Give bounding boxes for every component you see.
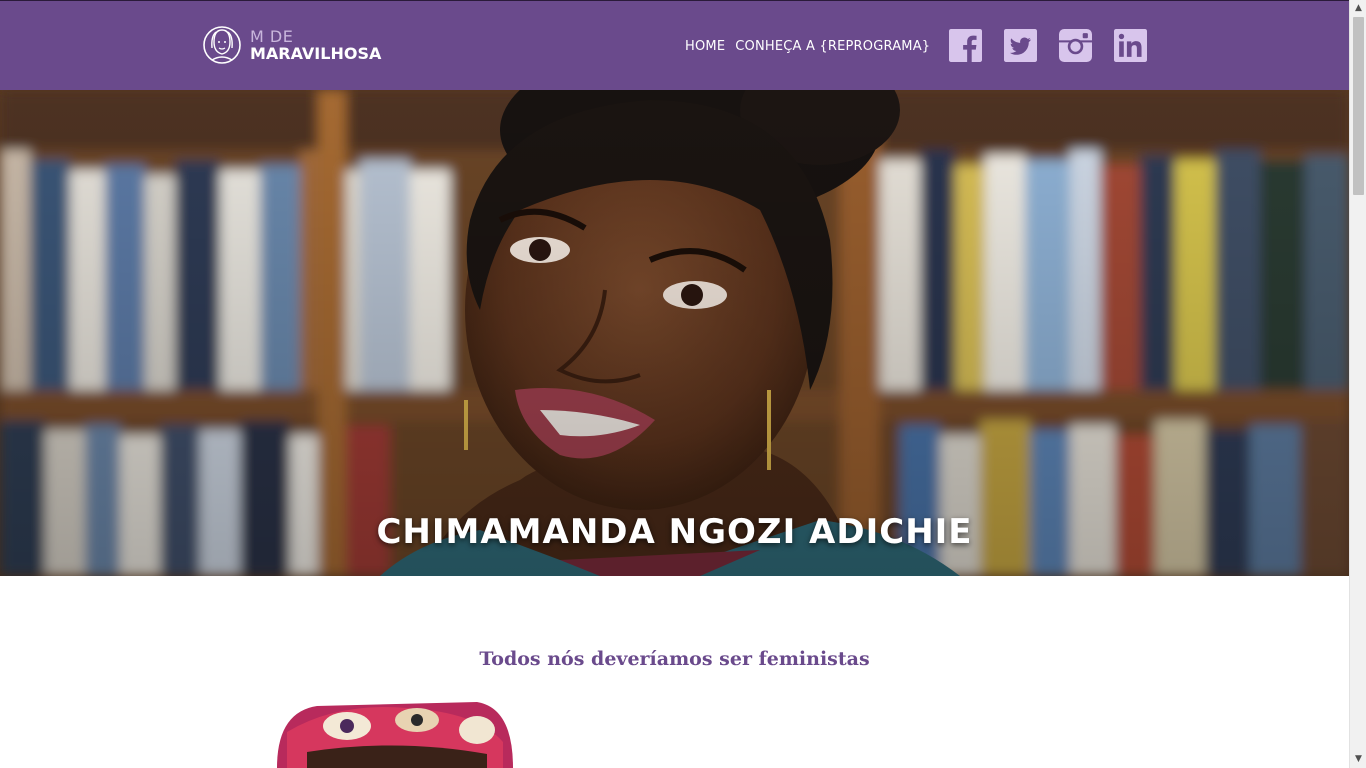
scroll-up-arrow-icon[interactable]: ▲ [1350,0,1366,17]
facebook-icon[interactable] [949,29,982,62]
scroll-down-arrow-icon[interactable]: ▼ [1350,751,1366,768]
book-cover-photo [277,702,513,768]
hero-banner [0,90,1349,576]
book-cover-image [277,702,513,768]
hero-photo [0,90,1349,576]
page: M DE MARAVILHOSA HOME CONHEÇA A {REPROGR… [0,0,1349,768]
site-header: M DE MARAVILHOSA HOME CONHEÇA A {REPROGR… [0,0,1349,90]
main-nav: HOME CONHEÇA A {REPROGRAMA} [685,39,930,54]
logo-line-2: MARAVILHOSA [250,43,382,63]
scroll-thumb[interactable] [1353,17,1364,195]
nav-link-reprograma[interactable]: CONHEÇA A {REPROGRAMA} [735,39,930,54]
twitter-icon[interactable] [1004,29,1037,62]
site-logo[interactable]: M DE MARAVILHOSA [202,22,381,68]
woman-face-logo-icon [203,26,241,64]
section-title: Todos nós deveríamos ser feministas [479,648,870,670]
linkedin-icon[interactable] [1114,29,1147,62]
instagram-icon[interactable] [1059,29,1092,62]
nav-link-home[interactable]: HOME [685,39,725,54]
logo-line-1: M DE [250,26,294,46]
social-links [949,29,1147,62]
page-scrollbar[interactable]: ▲ ▼ [1349,0,1366,768]
hero-title: CHIMAMANDA NGOZI ADICHIE [376,512,973,552]
